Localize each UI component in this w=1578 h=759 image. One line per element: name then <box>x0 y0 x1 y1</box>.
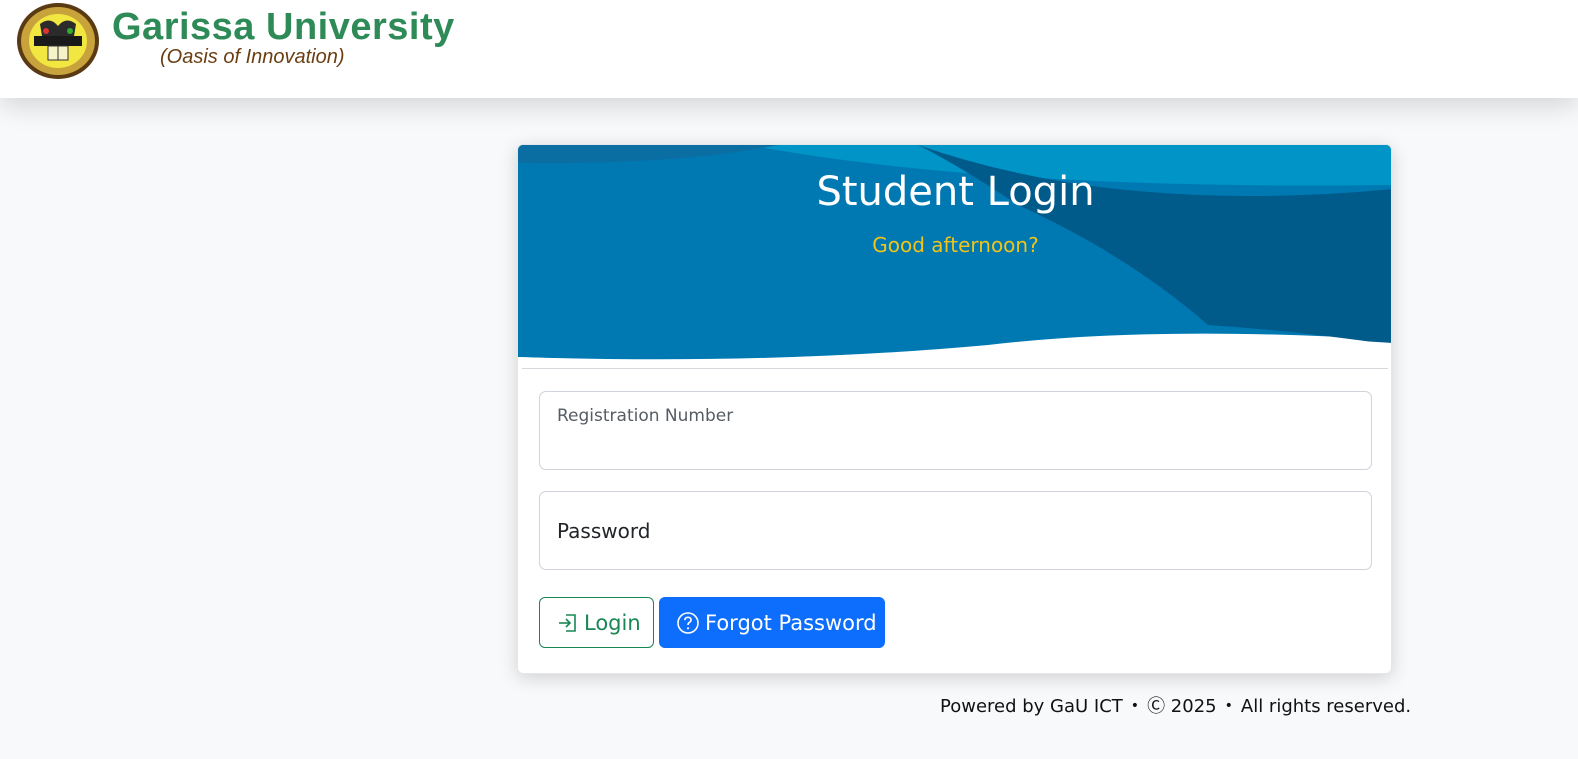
registration-number-input[interactable] <box>540 392 1371 469</box>
login-button[interactable]: Login <box>539 597 654 648</box>
copyright-year: 2025 <box>1170 696 1217 717</box>
password-field[interactable] <box>539 491 1372 570</box>
password-input[interactable] <box>540 492 1371 569</box>
brand-tagline: (Oasis of Innovation) <box>160 46 345 68</box>
login-button-label: Login <box>584 610 641 635</box>
login-card-banner: Student Login Good afternoon? <box>518 145 1391 370</box>
university-seal-icon[interactable] <box>16 2 100 80</box>
copyright-icon: Ⓒ <box>1147 696 1166 717</box>
separator-dot-icon: • <box>1130 698 1140 714</box>
forgot-password-button[interactable]: Forgot Password <box>659 597 885 648</box>
banner-divider <box>522 368 1388 369</box>
brand-name: Garissa University <box>112 6 455 48</box>
rights-text: All rights reserved. <box>1240 696 1412 717</box>
separator-dot-icon: • <box>1224 698 1233 714</box>
site-header: Garissa University (Oasis of Innovation) <box>0 0 1578 98</box>
forgot-password-label: Forgot Password <box>705 610 877 635</box>
powered-by-text: Powered by GaU ICT <box>940 696 1123 717</box>
greeting-text: Good afternoon? <box>872 233 1039 257</box>
login-arrow-icon <box>559 613 576 632</box>
login-card: Student Login Good afternoon? Registrati… <box>517 144 1392 674</box>
login-title: Student Login <box>816 169 1095 215</box>
question-circle-icon <box>677 611 699 634</box>
registration-number-field[interactable]: Registration Number <box>539 391 1372 470</box>
page-footer: Powered by GaU ICT • Ⓒ 2025 • All rights res… <box>940 692 1411 718</box>
